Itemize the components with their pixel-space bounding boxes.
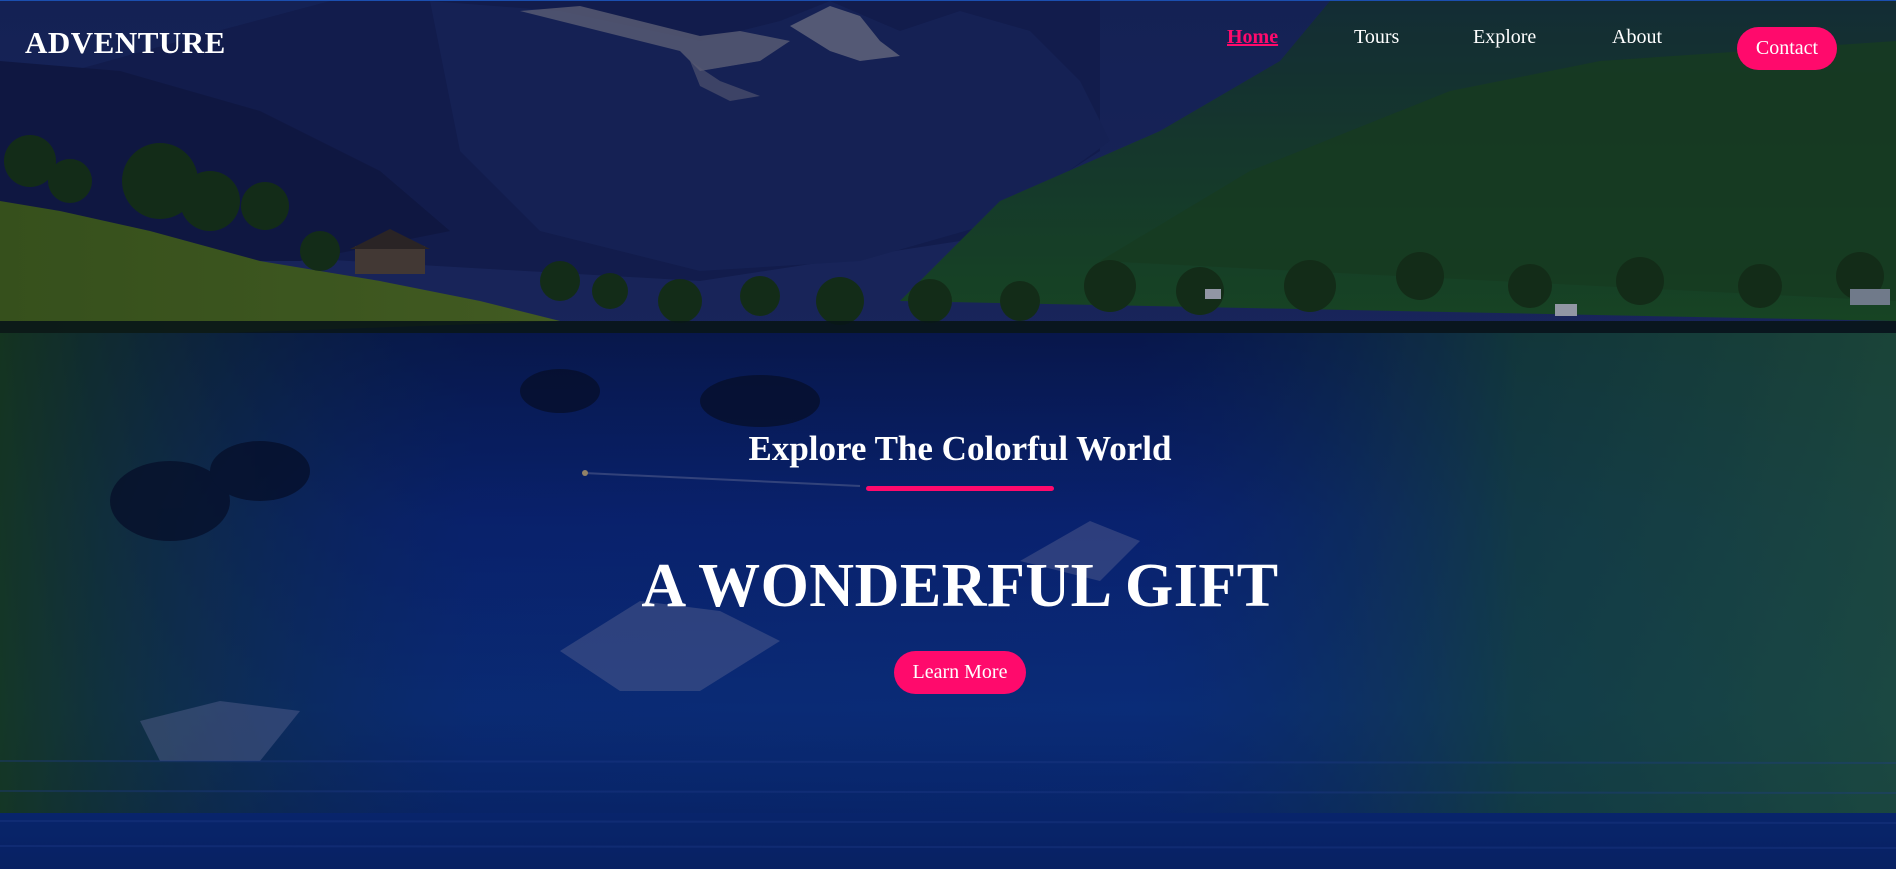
subtitle-underline-divider: [866, 486, 1054, 491]
hero-content: Explore The Colorful World A WONDERFUL G…: [0, 1, 1896, 869]
hero-section: ADVENTURE Home Tours Explore About Conta…: [0, 0, 1896, 869]
hero-headline: A WONDERFUL GIFT: [641, 552, 1279, 620]
hero-subtitle: Explore The Colorful World: [748, 429, 1172, 468]
learn-more-button[interactable]: Learn More: [894, 651, 1026, 694]
